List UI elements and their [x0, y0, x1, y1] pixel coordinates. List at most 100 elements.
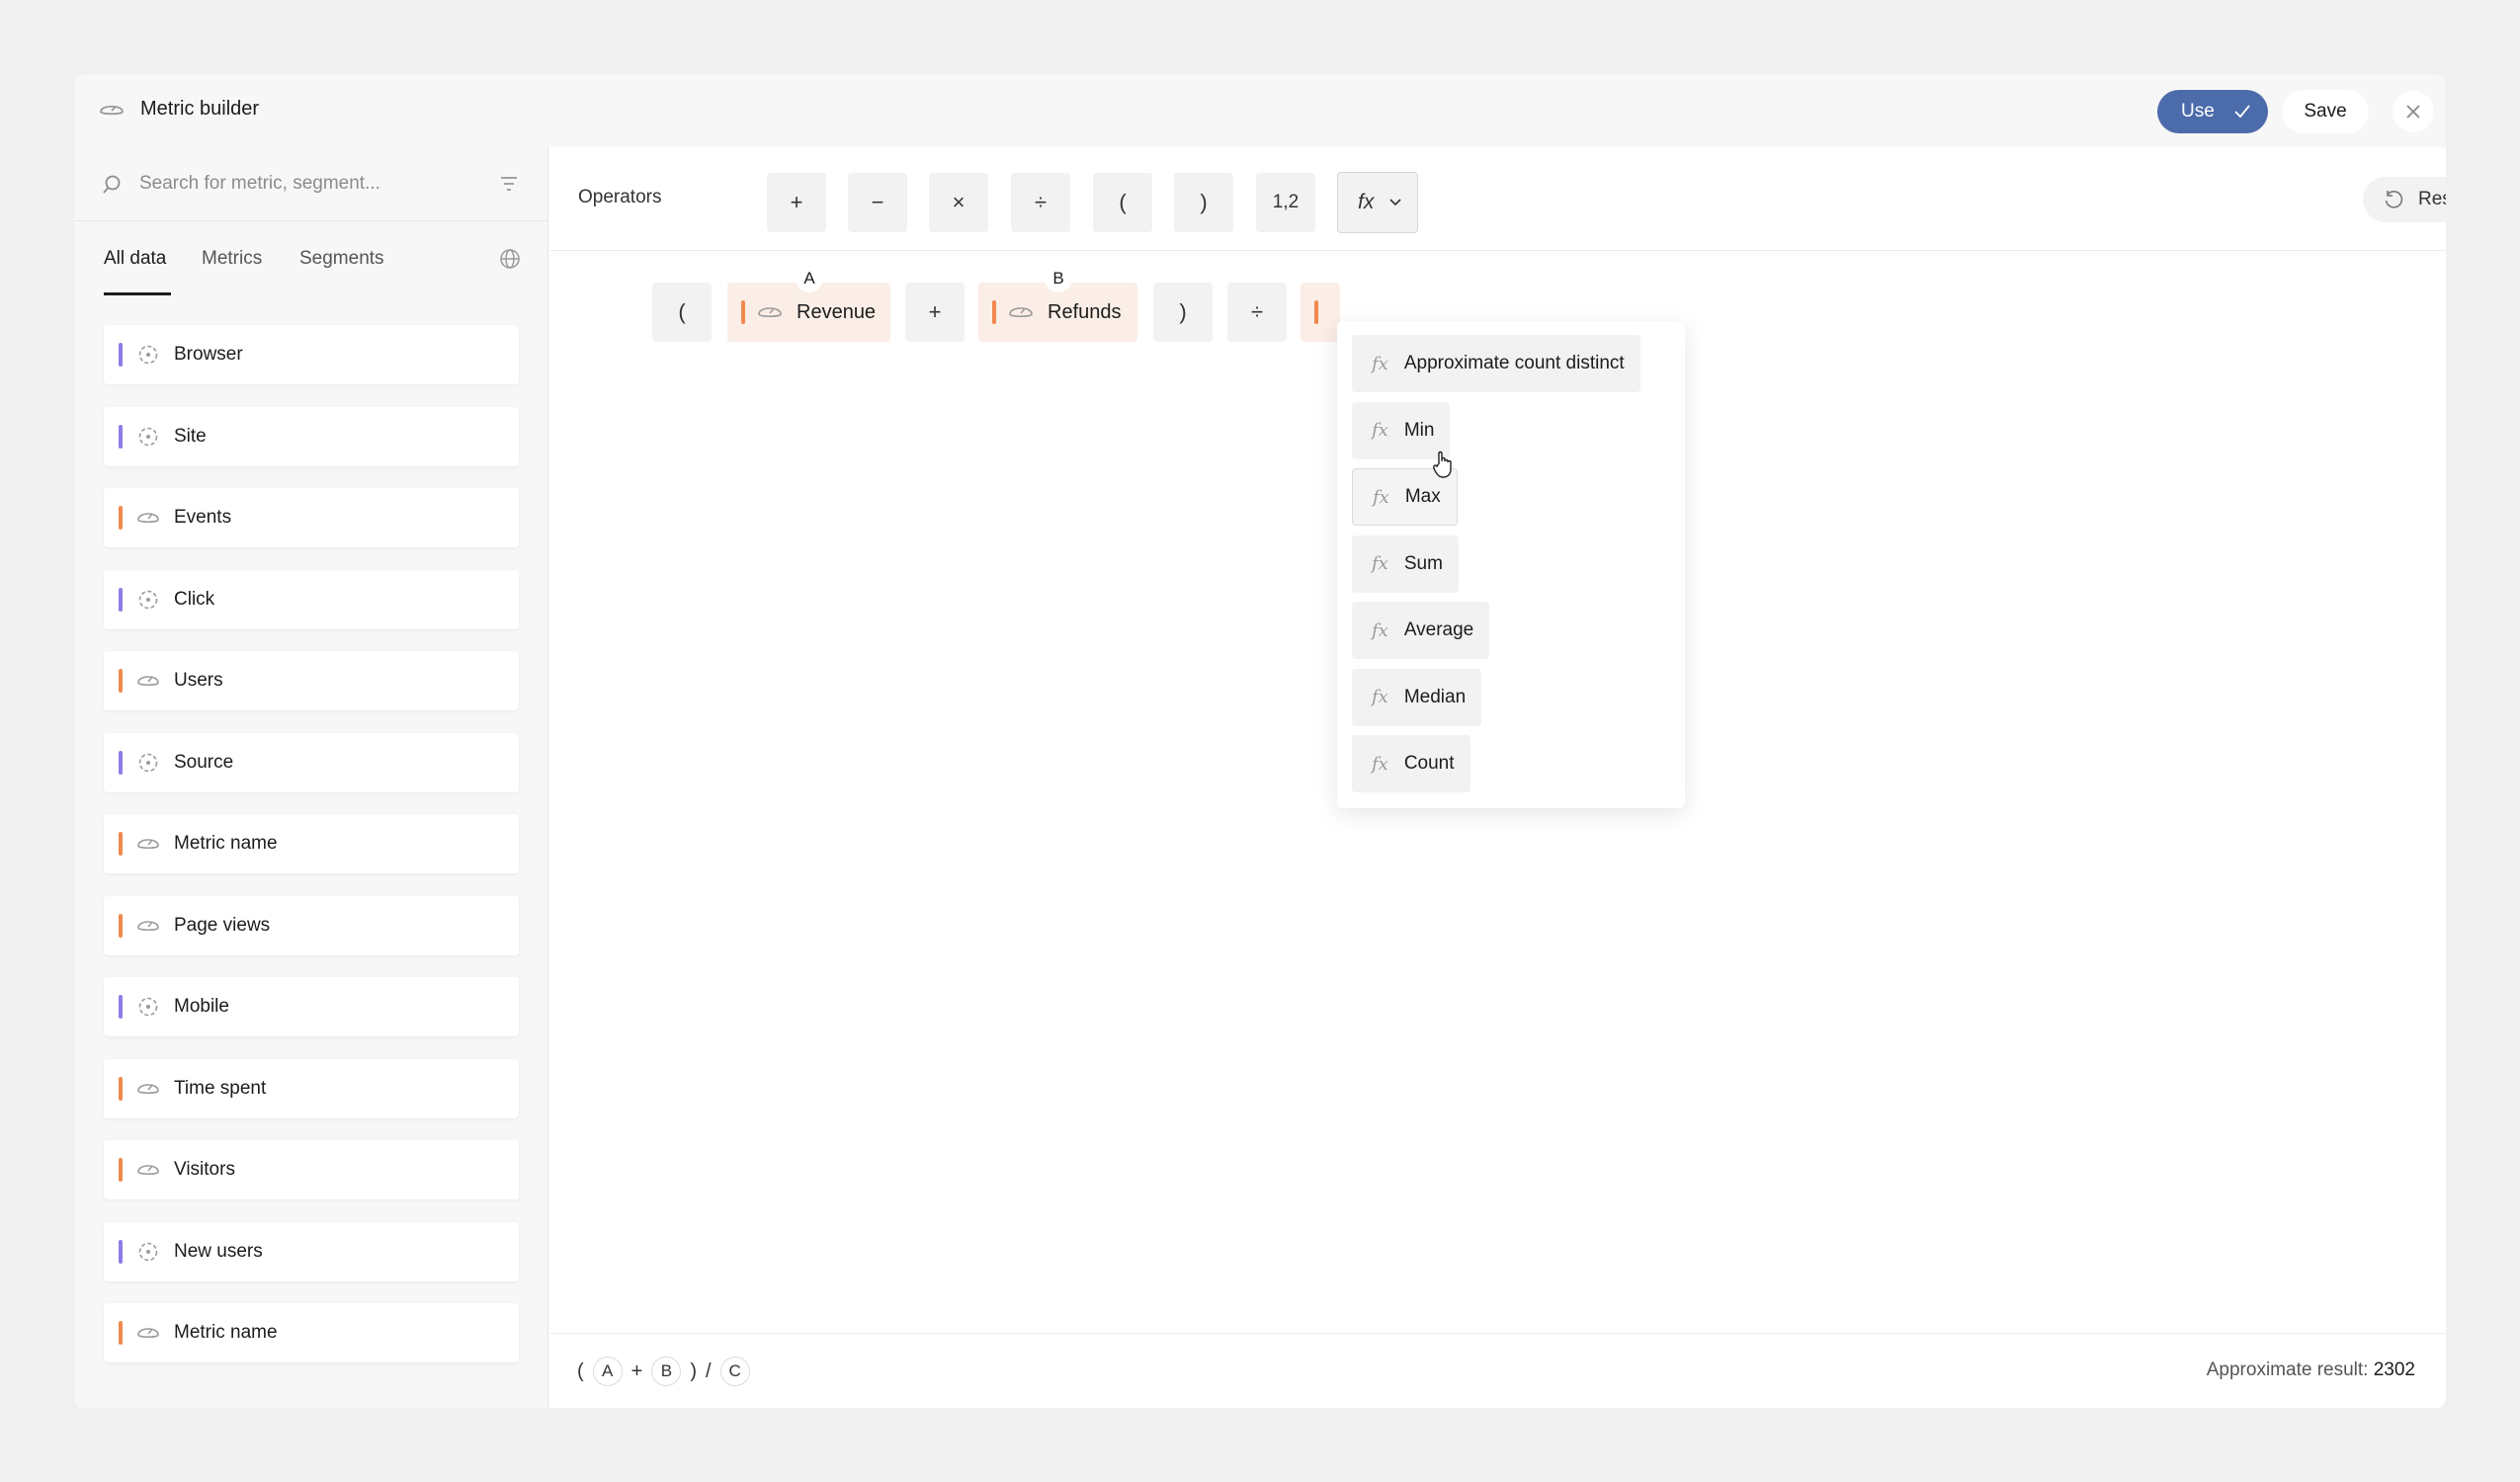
minus-operator-button[interactable]: −	[848, 173, 907, 232]
metric-list-item-label: Metric name	[174, 833, 278, 854]
function-option-label: Median	[1403, 686, 1467, 707]
metric-builder-window: Metric builder Use Save Search for metri…	[74, 74, 2446, 1408]
approximate-result-label: Approximate result:	[2206, 1359, 2369, 1380]
fx-icon: fx	[1372, 353, 1388, 374]
divide-operator-button[interactable]: ÷	[1011, 173, 1070, 232]
metric-list-item-label: Events	[174, 507, 232, 528]
fx-icon: fx	[1372, 619, 1388, 641]
formula-summary-bar: (A + B) / C Approximate result: 2302	[549, 1333, 2446, 1408]
approximate-result-value: 2302	[2373, 1359, 2415, 1380]
metric-icon	[1009, 307, 1033, 318]
function-dropdown-button[interactable]: fx	[1337, 172, 1418, 233]
token-close-paren[interactable]: )	[1153, 283, 1213, 342]
search-input[interactable]	[139, 167, 475, 201]
metric-icon	[137, 1083, 159, 1094]
sidebar-tabs: All data Metrics Segments	[74, 221, 547, 295]
operators-toolbar: Operators + − × ÷ ( ) 1,2 fx Reset	[549, 147, 2446, 251]
metric-color-bar	[119, 1321, 123, 1345]
close-icon	[2406, 105, 2420, 119]
metric-list-item[interactable]: Click	[104, 569, 519, 629]
metric-icon	[137, 1328, 159, 1339]
metric-icon	[758, 307, 782, 318]
save-button[interactable]: Save	[2282, 90, 2369, 133]
globe-icon[interactable]	[499, 248, 521, 270]
metric-list-item[interactable]: Events	[104, 488, 519, 547]
function-option-label: Count	[1403, 753, 1455, 774]
function-option-sum[interactable]: fx Sum	[1352, 535, 1459, 593]
tab-all-data[interactable]: All data	[104, 248, 166, 270]
metric-list-item[interactable]: Metric name	[104, 1303, 519, 1362]
fx-icon: fx	[1372, 553, 1388, 574]
close-paren-button[interactable]: )	[1174, 173, 1233, 232]
token-metric-partial[interactable]	[1301, 283, 1340, 342]
metric-icon	[137, 839, 159, 850]
segment-color-bar	[119, 995, 123, 1019]
fx-label: fx	[1358, 191, 1375, 213]
tab-metrics[interactable]: Metrics	[202, 248, 262, 270]
reset-button[interactable]: Reset	[2363, 177, 2446, 222]
segment-icon	[138, 997, 158, 1017]
metric-list-item-label: Mobile	[174, 996, 229, 1017]
metric-list-item[interactable]: Metric name	[104, 814, 519, 873]
metric-list-item[interactable]: Users	[104, 651, 519, 710]
metric-list-item[interactable]: New users	[104, 1221, 519, 1281]
segment-icon	[138, 345, 158, 365]
use-button[interactable]: Use	[2157, 90, 2268, 133]
fx-icon: fx	[1372, 687, 1388, 707]
metric-list-item[interactable]: Time spent	[104, 1058, 519, 1118]
metric-color-bar	[119, 669, 123, 693]
metric-color-bar	[1314, 300, 1318, 324]
search-icon	[103, 175, 121, 194]
approximate-result: Approximate result: 2302	[2207, 1359, 2415, 1381]
metric-list-item-label: New users	[174, 1240, 263, 1262]
token-metric-revenue[interactable]: Revenue A	[727, 265, 890, 342]
metric-list-item[interactable]: Browser	[104, 325, 519, 384]
metric-color-bar	[119, 506, 123, 530]
formula-letter-badge: C	[719, 1357, 750, 1386]
open-paren-button[interactable]: (	[1093, 173, 1152, 232]
metric-list-item[interactable]: Mobile	[104, 977, 519, 1036]
metric-list-item[interactable]: Visitors	[104, 1140, 519, 1199]
fx-icon: fx	[1372, 753, 1388, 775]
plus-operator-button[interactable]: +	[767, 173, 826, 232]
metric-color-bar	[119, 1076, 123, 1101]
metric-token-label: Refunds	[1048, 301, 1122, 323]
search-row	[74, 147, 547, 221]
metric-list-item-label: Time spent	[174, 1077, 267, 1099]
metric-letter-badge: B	[1045, 265, 1072, 292]
close-button[interactable]	[2393, 91, 2434, 132]
token-metric-refunds[interactable]: Refunds B	[978, 265, 1137, 342]
function-option-count[interactable]: fx Count	[1352, 735, 1470, 792]
token-divide[interactable]: ÷	[1227, 283, 1287, 342]
function-option-label: Sum	[1403, 552, 1443, 574]
segment-icon	[138, 590, 158, 609]
formula-symbol: +	[630, 1359, 643, 1382]
token-plus[interactable]: +	[905, 283, 965, 342]
segment-color-bar	[119, 424, 123, 449]
function-option-average[interactable]: fx Average	[1352, 602, 1490, 659]
token-open-paren[interactable]: (	[652, 283, 712, 342]
function-option-approximate-count-distinct[interactable]: fx Approximate count distinct	[1352, 335, 1640, 392]
metric-list-item-label: Metric name	[174, 1322, 278, 1343]
metric-list-item-label: Visitors	[174, 1159, 235, 1180]
metric-list-item[interactable]: Site	[104, 406, 519, 466]
filter-icon[interactable]	[499, 175, 519, 193]
number-input-button[interactable]: 1,2	[1256, 173, 1315, 232]
metric-letter-badge: A	[796, 265, 823, 292]
metric-list-item[interactable]: Page views	[104, 895, 519, 955]
segment-icon	[138, 753, 158, 772]
function-dropdown-menu: fx Approximate count distinct fx Min fx Max fx…	[1337, 321, 1685, 808]
formula-symbol: /	[706, 1359, 712, 1382]
metric-color-bar	[992, 300, 996, 324]
function-option-median[interactable]: fx Median	[1352, 668, 1482, 726]
segment-color-bar	[119, 343, 123, 367]
active-tab-indicator	[104, 292, 171, 295]
fx-icon: fx	[1372, 420, 1388, 441]
metric-list-item[interactable]: Source	[104, 732, 519, 792]
multiply-operator-button[interactable]: ×	[929, 173, 988, 232]
formula-symbol: )	[690, 1359, 698, 1382]
tab-segments[interactable]: Segments	[299, 248, 384, 270]
formula-letter-badge: B	[651, 1357, 682, 1386]
formula-letter-badge: A	[592, 1357, 623, 1386]
metric-list-item-label: Source	[174, 751, 234, 773]
